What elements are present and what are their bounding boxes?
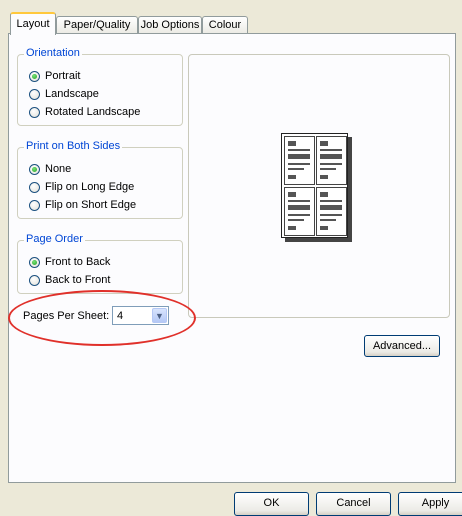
radio-front-to-back[interactable]: Front to Back bbox=[29, 254, 110, 270]
tab-job-options[interactable]: Job Options bbox=[138, 16, 202, 33]
radio-label: Flip on Short Edge bbox=[45, 199, 137, 211]
preview-page-icon bbox=[316, 136, 347, 185]
tab-layout[interactable]: Layout bbox=[10, 12, 56, 35]
radio-label: Back to Front bbox=[45, 274, 111, 286]
radio-flip-long-edge[interactable]: Flip on Long Edge bbox=[29, 179, 134, 195]
radio-rotated-landscape[interactable]: Rotated Landscape bbox=[29, 104, 140, 120]
both-sides-group: Print on Both Sides None Flip on Long Ed… bbox=[17, 140, 183, 219]
preview-page-icon bbox=[284, 187, 315, 236]
pages-per-sheet-select[interactable]: 4 ▼ bbox=[112, 306, 169, 325]
radio-label: Flip on Long Edge bbox=[45, 181, 135, 193]
radio-indicator bbox=[29, 274, 40, 286]
page-order-group: Page Order Front to Back Back to Front bbox=[17, 233, 183, 294]
ok-button[interactable]: OK bbox=[234, 492, 309, 516]
orientation-title: Orientation bbox=[24, 47, 82, 59]
radio-indicator bbox=[29, 181, 40, 193]
radio-indicator bbox=[29, 199, 40, 211]
radio-portrait[interactable]: Portrait bbox=[29, 68, 80, 84]
radio-label: Landscape bbox=[45, 88, 99, 100]
apply-button[interactable]: Apply bbox=[398, 492, 462, 516]
layout-panel: Orientation Portrait Landscape Rotated L… bbox=[8, 33, 456, 483]
pages-per-sheet-label: Pages Per Sheet: bbox=[23, 310, 110, 322]
radio-flip-short-edge[interactable]: Flip on Short Edge bbox=[29, 197, 136, 213]
radio-label: Portrait bbox=[45, 70, 81, 82]
radio-label: Front to Back bbox=[45, 256, 111, 268]
both-sides-title: Print on Both Sides bbox=[24, 140, 123, 152]
radio-label: Rotated Landscape bbox=[45, 106, 141, 118]
tab-paper-quality[interactable]: Paper/Quality bbox=[56, 16, 138, 33]
tab-colour[interactable]: Colour bbox=[202, 16, 248, 33]
pages-per-sheet-value: 4 bbox=[117, 310, 124, 322]
preview-page-icon bbox=[316, 187, 347, 236]
chevron-down-icon[interactable]: ▼ bbox=[152, 308, 167, 323]
radio-back-to-front[interactable]: Back to Front bbox=[29, 272, 110, 288]
cancel-button[interactable]: Cancel bbox=[316, 492, 391, 516]
page-order-title: Page Order bbox=[24, 233, 85, 245]
radio-indicator bbox=[29, 256, 40, 268]
advanced-button[interactable]: Advanced... bbox=[364, 335, 440, 357]
radio-label: None bbox=[45, 163, 72, 175]
radio-indicator bbox=[29, 163, 40, 175]
preview-page-icon bbox=[284, 136, 315, 185]
layout-preview bbox=[188, 54, 450, 318]
orientation-group: Orientation Portrait Landscape Rotated L… bbox=[17, 47, 183, 126]
radio-landscape[interactable]: Landscape bbox=[29, 86, 99, 102]
radio-indicator bbox=[29, 106, 40, 118]
radio-indicator bbox=[29, 88, 40, 100]
radio-none[interactable]: None bbox=[29, 161, 71, 177]
radio-indicator bbox=[29, 70, 40, 82]
page-layout-preview-icon bbox=[281, 133, 348, 238]
